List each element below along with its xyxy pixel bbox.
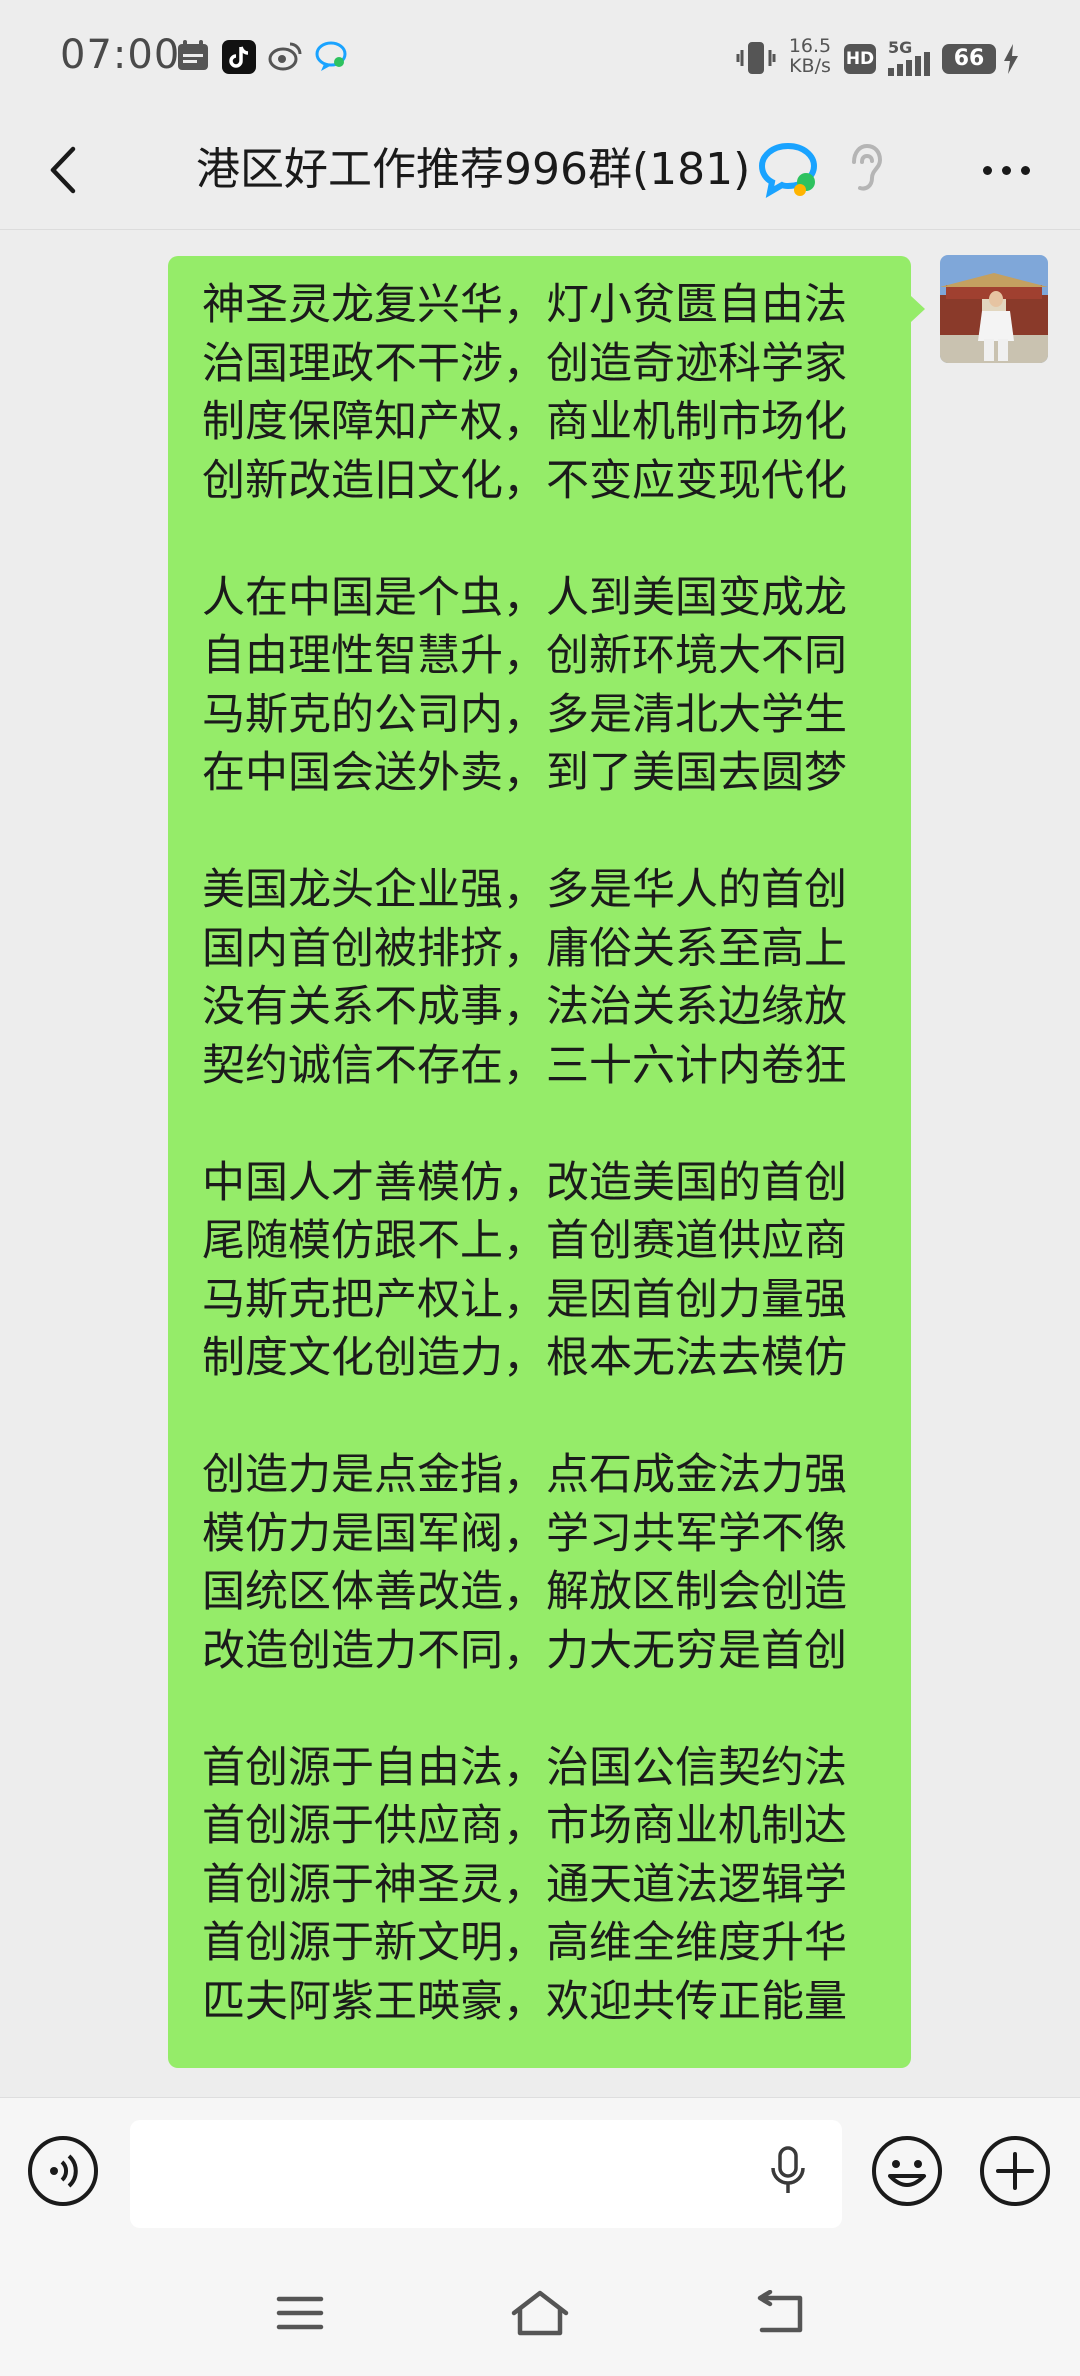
message-line: 首创源于自由法，治国公信契约法 — [202, 1742, 847, 1793]
message-line: 尾随模仿跟不上，首创赛道供应商 — [202, 1216, 847, 1266]
more-options-button[interactable] — [970, 134, 1042, 206]
avatar-image — [940, 255, 1048, 363]
message-line: 神圣灵龙复兴华，灯小贫匮自由法 — [202, 280, 847, 330]
network-speed-unit: KB/s — [789, 55, 831, 77]
dot-icon — [1001, 165, 1011, 175]
bubble-tail — [911, 296, 925, 322]
nav-back-button[interactable] — [740, 2278, 820, 2348]
plus-icon[interactable] — [978, 2134, 1052, 2208]
calendar-icon — [178, 40, 208, 70]
ear-icon[interactable] — [846, 142, 884, 194]
message-line: 马斯克的公司内，多是清北大学生 — [202, 689, 847, 740]
charging-icon — [1004, 44, 1018, 74]
network-speed-value: 16.5 — [788, 35, 832, 57]
message-line: 马斯克把产权让，是因首创力量强 — [202, 1274, 847, 1325]
vibrate-icon — [736, 42, 776, 74]
return-icon — [757, 2290, 803, 2333]
message-line: 没有关系不成事，法治关系边缘放 — [202, 982, 847, 1032]
message-list[interactable]: 神圣灵龙复兴华，灯小贫匮自由法 治国理政不干涉，创造奇迹科学家 制度保障知产权，商业… — [0, 231, 1080, 2096]
message-stanza: 中国人才善模仿，改造美国的首创 尾随模仿跟不上，首创赛道供应商 马斯克把产权让，是因… — [202, 1154, 877, 1388]
dot-icon — [982, 165, 992, 175]
message-line: 改造创造力不同，力大无穷是首创 — [202, 1625, 847, 1676]
avatar[interactable] — [940, 255, 1048, 363]
message-stanza: 神圣灵龙复兴华，灯小贫匮自由法 治国理政不干涉，创造奇迹科学家 制度保障知产权，商业… — [202, 276, 877, 510]
message-line: 在中国会送外卖，到了美国去圆梦 — [202, 748, 847, 798]
menu-icon — [276, 2296, 324, 2330]
network-speed: 16.5 KB/s — [786, 36, 834, 76]
message-line: 模仿力是国军阀，学习共军学不像 — [202, 1508, 847, 1559]
home-icon — [511, 2290, 569, 2336]
nav-menu-button[interactable] — [260, 2278, 340, 2348]
chat-header: 港区好工作推荐996群(181) — [0, 112, 1080, 230]
signal-icon — [888, 52, 930, 76]
battery-level: 66 — [942, 44, 996, 74]
message-line: 首创源于神圣灵，通天道法逻辑学 — [202, 1859, 847, 1910]
message-line: 自由理性智慧升，创新环境大不同 — [202, 631, 847, 681]
dot-icon — [1020, 165, 1030, 175]
voice-input-toggle-icon[interactable] — [26, 2134, 100, 2208]
group-chat-icon[interactable] — [758, 138, 820, 200]
system-nav-bar — [0, 2240, 1080, 2376]
emoji-icon[interactable] — [870, 2134, 944, 2208]
message-text: 神圣灵龙复兴华，灯小贫匮自由法 治国理政不干涉，创造奇迹科学家 制度保障知产权，商业… — [202, 276, 877, 2031]
message-line: 契约诚信不存在，三十六计内卷狂 — [202, 1040, 847, 1091]
microphone-icon[interactable] — [770, 2146, 806, 2196]
weibo-icon — [268, 42, 302, 71]
message-line: 国统区体善改造，解放区制会创造 — [202, 1567, 847, 1617]
message-line: 美国龙头企业强，多是华人的首创 — [202, 865, 847, 915]
message-line: 国内首创被排挤，庸俗关系至高上 — [202, 923, 847, 974]
message-stanza: 创造力是点金指，点石成金法力强 模仿力是国军阀，学习共军学不像 国统区体善改造，解放… — [202, 1446, 877, 1680]
message-line: 中国人才善模仿，改造美国的首创 — [202, 1157, 847, 1208]
chevron-left-icon — [50, 146, 76, 194]
tiktok-icon — [222, 40, 256, 74]
hd-badge: HD — [844, 44, 876, 74]
back-button[interactable] — [30, 134, 94, 206]
message-stanza: 人在中国是个虫，人到美国变成龙 自由理性智慧升，创新环境大不同 马斯克的公司内，多是… — [202, 569, 877, 803]
status-time: 07:00 — [60, 32, 181, 78]
message-line: 首创源于供应商，市场商业机制达 — [202, 1801, 847, 1851]
message-stanza: 美国龙头企业强，多是华人的首创 国内首创被排挤，庸俗关系至高上 没有关系不成事，法治… — [202, 861, 877, 1095]
message-bubble[interactable]: 神圣灵龙复兴华，灯小贫匮自由法 治国理政不干涉，创造奇迹科学家 制度保障知产权，商业… — [168, 256, 925, 2068]
status-bar: 07:00 16.5 KB/s HD 5G 66 — [0, 0, 1080, 112]
chat-bubble-icon — [315, 41, 347, 71]
message-line: 首创源于新文明，高维全维度升华 — [202, 1918, 847, 1968]
message-line: 人在中国是个虫，人到美国变成龙 — [202, 572, 847, 623]
message-line: 制度文化创造力，根本无法去模仿 — [202, 1333, 847, 1383]
message-line: 创造力是点金指，点石成金法力强 — [202, 1450, 847, 1500]
chat-title: 港区好工作推荐996群(181) — [196, 144, 751, 195]
input-bar — [0, 2097, 1080, 2240]
message-line: 创新改造旧文化，不变应变现代化 — [202, 455, 847, 506]
message-input[interactable] — [130, 2120, 842, 2228]
nav-home-button[interactable] — [500, 2278, 580, 2348]
message-line: 制度保障知产权，商业机制市场化 — [202, 397, 847, 447]
message-stanza: 首创源于自由法，治国公信契约法 首创源于供应商，市场商业机制达 首创源于神圣灵，通天… — [202, 1739, 877, 2032]
message-line: 治国理政不干涉，创造奇迹科学家 — [202, 338, 847, 389]
message-line: 匹夫阿紫王暎豪，欢迎共传正能量 — [202, 1976, 847, 2027]
